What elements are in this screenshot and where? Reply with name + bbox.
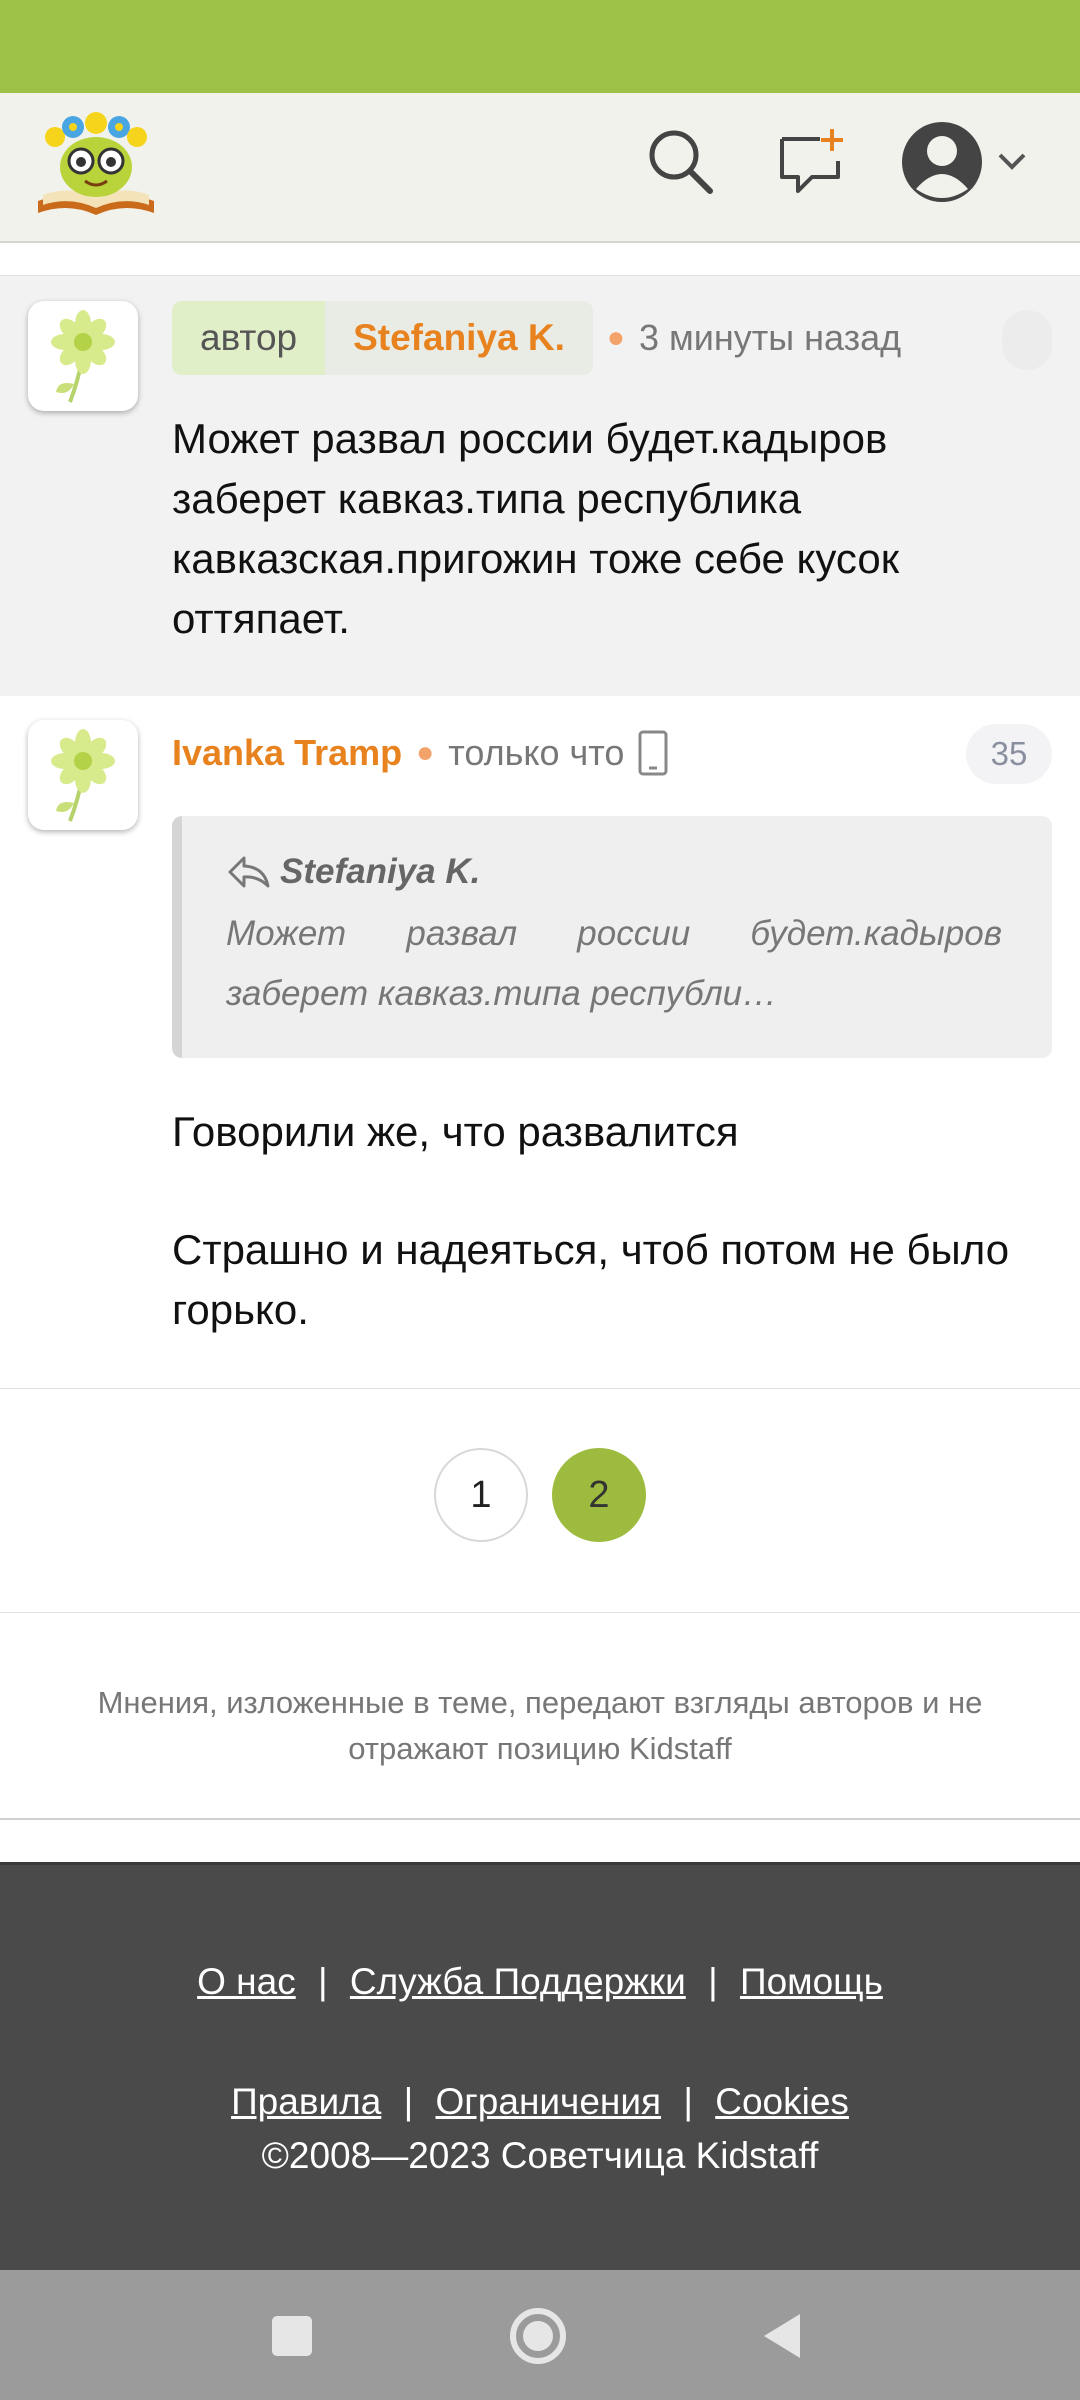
search-icon[interactable] xyxy=(644,125,716,197)
author-name[interactable]: Ivanka Tramp xyxy=(172,732,402,774)
status-bar xyxy=(0,0,1080,93)
site-footer: О нас | Служба Поддержки | Помощь Правил… xyxy=(0,1862,1080,2273)
quote-author: Stefaniya K. xyxy=(280,852,481,891)
comment-post: автор Stefaniya K. ● 3 минуты назад Може… xyxy=(0,275,1080,697)
site-header xyxy=(0,93,1080,243)
divider xyxy=(0,1818,1080,1820)
reply-icon xyxy=(226,854,272,890)
flower-avatar-icon[interactable] xyxy=(28,301,138,411)
quote-author-row: Stefaniya K. xyxy=(226,852,480,892)
page-button-2-current[interactable]: 2 xyxy=(552,1448,646,1542)
user-menu-button[interactable] xyxy=(900,119,1040,205)
footer-link-support[interactable]: Служба Поддержки xyxy=(350,1961,686,2002)
footer-link-about[interactable]: О нас xyxy=(197,1961,296,2002)
post-text: Может развал россии будет.кадыров забере… xyxy=(172,415,900,642)
author-name[interactable]: Stefaniya K. xyxy=(325,301,593,375)
footer-separator: | xyxy=(317,1961,328,2002)
kidstaff-logo[interactable] xyxy=(33,109,159,221)
post-time: 3 минуты назад xyxy=(639,317,902,358)
footer-link-help[interactable]: Помощь xyxy=(740,1961,883,2002)
footer-link-rules[interactable]: Правила xyxy=(231,2081,381,2122)
post-text-line: Говорили же, что развалится xyxy=(172,1108,739,1155)
reply-quote[interactable]: Stefaniya K. Может развал россии будет.к… xyxy=(172,816,1052,1058)
divider xyxy=(0,1612,1080,1613)
post-counter[interactable]: 35 xyxy=(966,724,1052,784)
nav-back-icon[interactable] xyxy=(756,2308,812,2364)
footer-separator: | xyxy=(708,1961,718,2002)
footer-separator: | xyxy=(683,2081,693,2122)
post-meta: Ivanka Tramp ● только что xyxy=(172,716,668,790)
footer-links-row: О нас | Служба Поддержки | Помощь xyxy=(0,1961,1080,2003)
nav-square-icon[interactable] xyxy=(264,2308,320,2364)
comment-post: Ivanka Tramp ● только что 35 Stefaniya K… xyxy=(0,696,1080,1389)
chevron-down-icon xyxy=(998,153,1026,170)
new-message-icon[interactable] xyxy=(776,125,848,197)
footer-link-restrictions[interactable]: Ограничения xyxy=(436,2081,662,2122)
author-role-label: автор xyxy=(172,301,326,375)
page-button-1[interactable]: 1 xyxy=(434,1448,528,1542)
separator-dot: ● xyxy=(416,736,435,769)
footer-links-row: Правила | Ограничения | Cookies xyxy=(0,2081,1080,2123)
pagination: 1 2 xyxy=(0,1448,1080,1544)
post-text-line: Страшно и надеяться, чтоб потом не было … xyxy=(172,1226,1010,1333)
post-meta: автор Stefaniya K. ● 3 минуты назад xyxy=(172,301,901,375)
post-counter[interactable] xyxy=(1002,310,1052,370)
mobile-device-icon xyxy=(638,730,668,776)
footer-link-cookies[interactable]: Cookies xyxy=(715,2081,849,2122)
disclaimer-text: Мнения, изложенные в теме, передают взгл… xyxy=(97,1685,983,1766)
post-time: только что xyxy=(448,732,625,773)
system-nav-bar xyxy=(0,2270,1080,2400)
footer-copyright: ©2008—2023 Советчица Kidstaff xyxy=(261,2135,819,2176)
footer-separator: | xyxy=(403,2081,414,2122)
author-tag[interactable]: автор Stefaniya K. xyxy=(172,301,593,375)
flower-avatar-icon[interactable] xyxy=(28,720,138,830)
separator-dot: ● xyxy=(606,321,626,354)
nav-home-icon[interactable] xyxy=(508,2306,568,2366)
quote-text: Может развал россии будет.кадыров забере… xyxy=(226,914,1002,1013)
